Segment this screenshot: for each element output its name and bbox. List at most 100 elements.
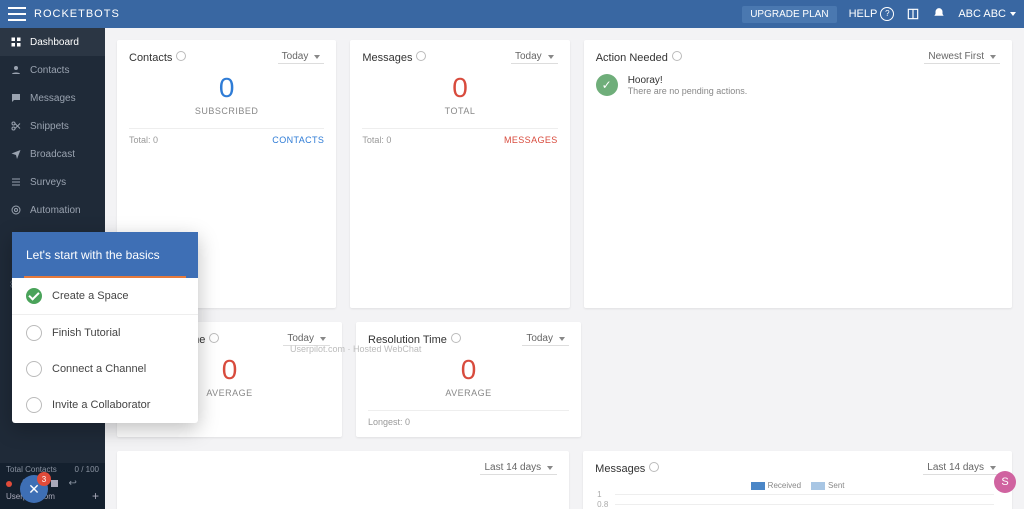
- nav-label: Surveys: [30, 177, 66, 188]
- nav-label: Dashboard: [30, 37, 79, 48]
- caret-down-icon: [1010, 12, 1016, 16]
- messages-count: 0: [362, 72, 557, 104]
- foot-label: Longest:: [368, 417, 403, 427]
- user-menu[interactable]: ABC ABC: [958, 8, 1016, 20]
- contacts-range-select[interactable]: Today: [278, 50, 325, 64]
- action-needed-card: Action Needed Newest First ✓ Hooray! The…: [584, 40, 1012, 308]
- total-contacts-label: Total Contacts: [6, 465, 57, 474]
- automation-icon: [10, 204, 22, 216]
- contacts-icon: [10, 64, 22, 76]
- onboarding-checklist: Let's start with the basics Create a Spa…: [12, 232, 198, 423]
- caret-down-icon: [320, 337, 326, 341]
- user-avatar[interactable]: S: [994, 471, 1016, 493]
- watermark: Userpilot.com · Hosted WebChat: [290, 344, 421, 354]
- messages-link[interactable]: MESSAGES: [504, 135, 558, 145]
- caret-down-icon: [548, 55, 554, 59]
- foot-value: 0: [405, 417, 410, 427]
- user-name: ABC ABC: [958, 8, 1006, 20]
- card-title: Contacts: [129, 52, 172, 64]
- contacts-link[interactable]: CONTACTS: [272, 135, 324, 145]
- messages-chart-card: Messages Last 14 days Received Sent 1 0.…: [583, 451, 1012, 509]
- messages-range-select[interactable]: Today: [511, 50, 558, 64]
- select-value: Today: [287, 333, 314, 344]
- menu-toggle[interactable]: [8, 7, 26, 21]
- resolution-time-card: Resolution Time Today 0 AVERAGE Longest:…: [356, 322, 581, 437]
- resolution-sublabel: AVERAGE: [368, 388, 569, 398]
- legend-sent-color: [811, 482, 825, 490]
- chart-axis: -0.2: [129, 481, 557, 509]
- nav-snippets[interactable]: Snippets: [0, 112, 105, 140]
- foot-value: 0: [386, 135, 391, 145]
- chart-card-left: Last 14 days -0.2: [117, 451, 569, 509]
- nav-contacts[interactable]: Contacts: [0, 56, 105, 84]
- help-icon: ?: [880, 7, 894, 21]
- dashboard-icon: [10, 36, 22, 48]
- book-icon[interactable]: [906, 7, 920, 21]
- checklist-create-space[interactable]: Create a Space: [12, 278, 198, 315]
- info-icon[interactable]: [451, 333, 461, 343]
- action-sort-select[interactable]: Newest First: [924, 50, 1000, 64]
- foot-label: Total:: [362, 135, 384, 145]
- recorder-panel: Total Contacts0 / 100 0:00 ↩ Userpilot.c…: [0, 463, 105, 509]
- record-icon[interactable]: [6, 481, 12, 487]
- info-icon[interactable]: [176, 51, 186, 61]
- checklist-label: Create a Space: [52, 290, 128, 302]
- nav-label: Broadcast: [30, 149, 75, 160]
- info-icon[interactable]: [672, 51, 682, 61]
- check-empty-icon: [26, 397, 42, 413]
- info-icon[interactable]: [416, 51, 426, 61]
- select-value: Today: [526, 333, 553, 344]
- chart-legend: Received Sent: [595, 481, 1000, 490]
- chat-badge: 3: [37, 472, 51, 486]
- checklist-label: Invite a Collaborator: [52, 399, 150, 411]
- checklist-connect-channel[interactable]: Connect a Channel: [12, 351, 198, 387]
- chat-close-button[interactable]: ✕ 3: [20, 475, 48, 503]
- action-message: There are no pending actions.: [628, 86, 748, 96]
- brand-logo: ROCKETBOTS: [34, 8, 120, 20]
- check-done-icon: [26, 288, 42, 304]
- chart1-range-select[interactable]: Last 14 days: [480, 461, 557, 475]
- help-link[interactable]: HELP ?: [849, 7, 895, 21]
- snippets-icon: [10, 120, 22, 132]
- nav-automation[interactable]: Automation: [0, 196, 105, 224]
- nav-dashboard[interactable]: Dashboard: [0, 28, 105, 56]
- caret-down-icon: [547, 466, 553, 470]
- caret-down-icon: [990, 55, 996, 59]
- bell-icon[interactable]: [932, 7, 946, 21]
- caret-down-icon: [990, 466, 996, 470]
- nav-label: Messages: [30, 93, 76, 104]
- select-value: Newest First: [928, 51, 984, 62]
- axis-label: 0.8: [597, 500, 608, 509]
- check-icon: ✓: [596, 74, 618, 96]
- chart-axis: 1 0.8 0.6 0.4 0.2 0 -0.2 -0.4 -0.6: [595, 494, 1000, 509]
- caret-down-icon: [314, 55, 320, 59]
- onboarding-title: Let's start with the basics: [12, 232, 198, 278]
- select-value: Today: [515, 51, 542, 62]
- checklist-finish-tutorial[interactable]: Finish Tutorial: [12, 315, 198, 351]
- resolution-range-select[interactable]: Today: [522, 332, 569, 346]
- legend-received-color: [751, 482, 765, 490]
- info-icon[interactable]: [209, 333, 219, 343]
- foot-label: Total:: [129, 135, 151, 145]
- action-title: Hooray!: [628, 75, 748, 86]
- chart2-range-select[interactable]: Last 14 days: [923, 461, 1000, 475]
- axis-label: 1: [597, 490, 601, 499]
- total-contacts-value: 0 / 100: [75, 465, 99, 474]
- messages-sublabel: TOTAL: [362, 106, 557, 116]
- add-tab-icon[interactable]: +: [92, 489, 99, 503]
- caret-down-icon: [559, 337, 565, 341]
- nav-messages[interactable]: Messages: [0, 84, 105, 112]
- info-icon[interactable]: [649, 462, 659, 472]
- check-empty-icon: [26, 325, 42, 341]
- card-title: Messages: [595, 463, 645, 475]
- nav-broadcast[interactable]: Broadcast: [0, 140, 105, 168]
- stop-icon[interactable]: [51, 480, 58, 487]
- legend-received-label: Received: [768, 481, 801, 490]
- nav-surveys[interactable]: Surveys: [0, 168, 105, 196]
- undo-icon[interactable]: ↩: [68, 478, 76, 489]
- upgrade-plan-button[interactable]: UPGRADE PLAN: [742, 6, 836, 23]
- checklist-label: Finish Tutorial: [52, 327, 120, 339]
- messages-card: Messages Today 0 TOTAL Total: 0MESSAGES: [350, 40, 569, 308]
- checklist-invite-collaborator[interactable]: Invite a Collaborator: [12, 387, 198, 423]
- checklist-label: Connect a Channel: [52, 363, 146, 375]
